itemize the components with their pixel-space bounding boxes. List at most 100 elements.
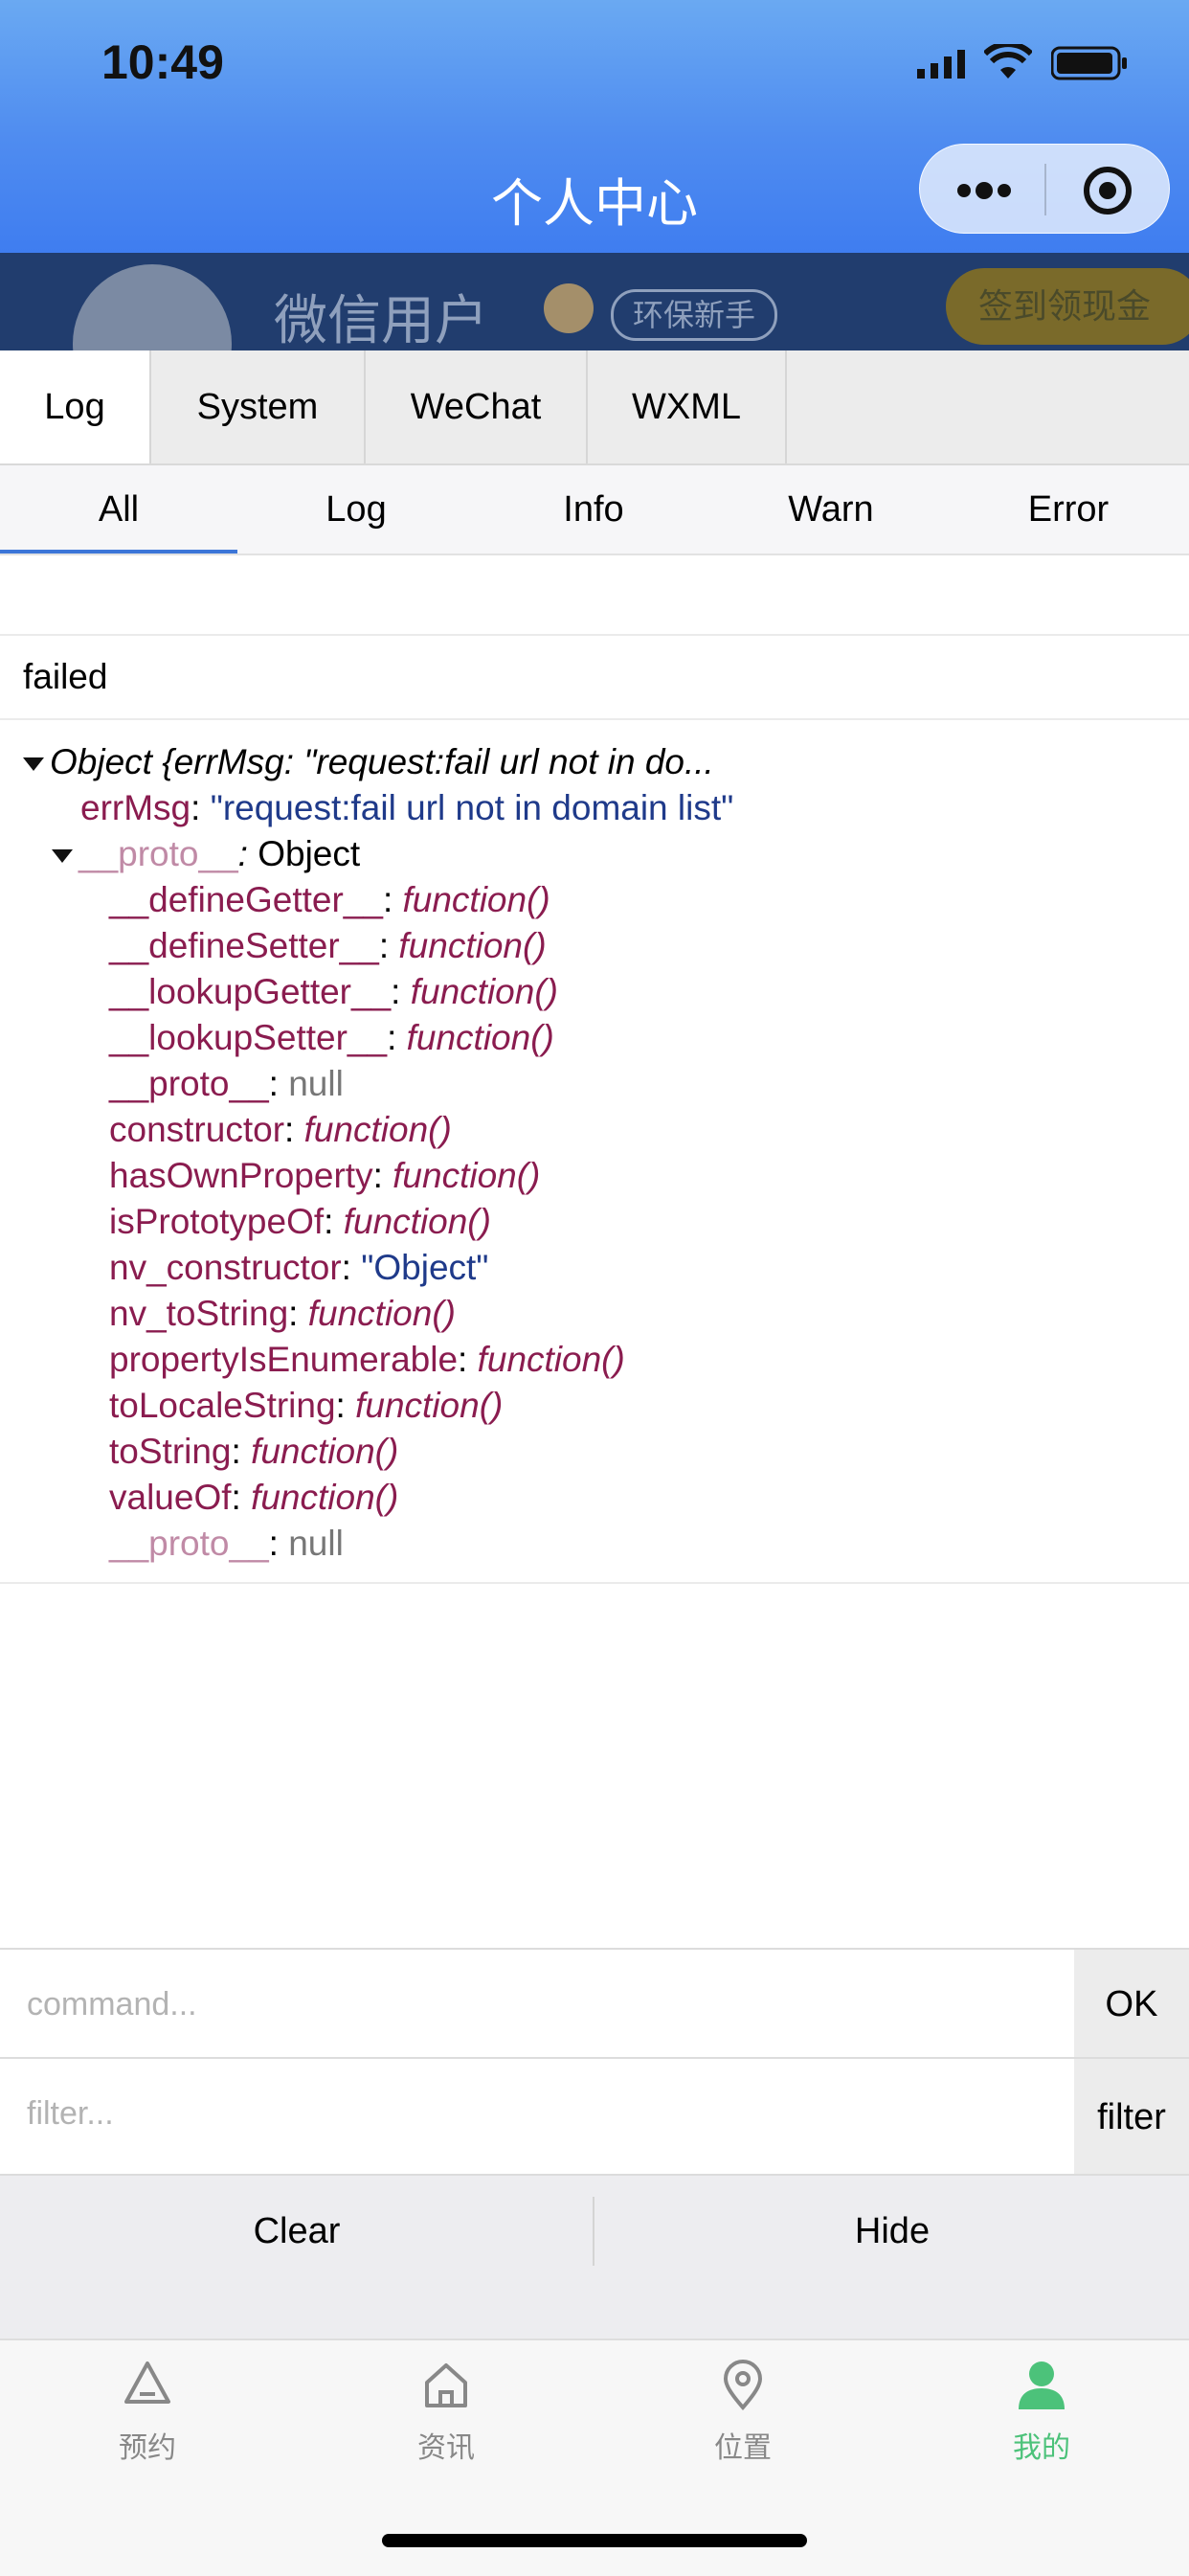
tabbar-label: 位置 bbox=[714, 2432, 772, 2464]
property-value: "request:fail url not in domain list" bbox=[210, 788, 734, 827]
proto-row[interactable]: __proto__: Object bbox=[52, 831, 360, 877]
property-key: errMsg bbox=[80, 788, 191, 827]
proto-member-row: valueOf: function() bbox=[109, 1478, 399, 1517]
proto-member-row: hasOwnProperty: function() bbox=[109, 1156, 541, 1195]
subtab-info[interactable]: Info bbox=[475, 465, 712, 554]
tabbar-item-booking[interactable]: 预约 bbox=[71, 2358, 224, 2466]
recycle-icon bbox=[124, 2361, 170, 2404]
user-icon bbox=[1019, 2361, 1065, 2409]
member-value: function() bbox=[402, 880, 550, 919]
proto-member-row: nv_constructor: "Object" bbox=[109, 1248, 489, 1287]
hide-button[interactable]: Hide bbox=[595, 2176, 1189, 2287]
command-row: command... OK bbox=[0, 1948, 1189, 2059]
member-value: function() bbox=[355, 1386, 504, 1425]
subtab-log[interactable]: Log bbox=[237, 465, 475, 554]
member-key: nv_constructor bbox=[109, 1248, 342, 1287]
member-key: __defineGetter__ bbox=[109, 880, 383, 919]
member-key: toLocaleString bbox=[109, 1386, 336, 1425]
member-value: function() bbox=[477, 1340, 625, 1379]
status-time: 10:49 bbox=[101, 35, 224, 89]
capsule-menu bbox=[919, 144, 1170, 234]
console-filter-tabs: All Log Info Warn Error bbox=[0, 465, 1189, 555]
expand-triangle-icon[interactable] bbox=[52, 849, 73, 864]
filter-button[interactable]: filter bbox=[1074, 2059, 1189, 2176]
ok-button[interactable]: OK bbox=[1074, 1950, 1189, 2059]
member-value: null bbox=[288, 1064, 344, 1103]
tabbar-label: 我的 bbox=[1013, 2432, 1070, 2464]
proto-member-row: constructor: function() bbox=[109, 1110, 452, 1149]
divider bbox=[0, 1582, 1189, 1584]
tabbar-item-news[interactable]: 资讯 bbox=[370, 2358, 523, 2466]
filter-row: filter... filter bbox=[0, 2057, 1189, 2176]
signal-icon bbox=[917, 50, 967, 83]
proto-member-row: __defineSetter__: function() bbox=[109, 926, 547, 965]
more-icon[interactable] bbox=[954, 171, 1014, 215]
member-key: valueOf bbox=[109, 1478, 232, 1517]
member-key: __proto__ bbox=[109, 1064, 269, 1103]
member-value: function() bbox=[307, 1294, 456, 1333]
subtab-error[interactable]: Error bbox=[950, 465, 1187, 554]
member-value: function() bbox=[398, 926, 547, 965]
proto-member-row: nv_toString: function() bbox=[109, 1294, 456, 1333]
active-subtab-indicator bbox=[0, 550, 237, 554]
member-value: function() bbox=[251, 1478, 399, 1517]
subtab-all[interactable]: All bbox=[0, 465, 237, 554]
proto-member-row: isPrototypeOf: function() bbox=[109, 1202, 491, 1241]
member-value: "Object" bbox=[361, 1248, 489, 1287]
signin-button[interactable]: 签到领现金 bbox=[946, 268, 1189, 345]
location-pin-icon bbox=[723, 2360, 763, 2411]
medal-icon bbox=[544, 283, 594, 333]
member-value: function() bbox=[406, 1018, 554, 1057]
proto-member-row: __proto__: null bbox=[109, 1524, 344, 1563]
member-key: hasOwnProperty bbox=[109, 1156, 373, 1195]
divider bbox=[0, 634, 1189, 636]
log-entry-failed: failed bbox=[23, 657, 108, 696]
avatar bbox=[73, 264, 232, 350]
tabbar-item-location[interactable]: 位置 bbox=[666, 2358, 819, 2466]
member-key: nv_toString bbox=[109, 1294, 289, 1333]
member-value: function() bbox=[410, 972, 558, 1011]
expand-triangle-icon[interactable] bbox=[23, 757, 44, 772]
close-target-icon[interactable] bbox=[1083, 166, 1133, 220]
proto-type: Object bbox=[258, 834, 361, 873]
username: 微信用户 bbox=[274, 290, 488, 350]
console-main-tabs: Log System WeChat WXML bbox=[0, 350, 1189, 465]
member-key: toString bbox=[109, 1432, 232, 1471]
tab-log[interactable]: Log bbox=[0, 350, 151, 463]
proto-member-row: propertyIsEnumerable: function() bbox=[109, 1340, 625, 1379]
member-value: function() bbox=[303, 1110, 452, 1149]
home-icon bbox=[425, 2363, 467, 2407]
member-key: __defineSetter__ bbox=[109, 926, 379, 965]
object-summary-row[interactable]: Object {errMsg: "request:fail url not in… bbox=[23, 739, 714, 785]
subtab-warn[interactable]: Warn bbox=[712, 465, 950, 554]
tabbar-item-mine[interactable]: 我的 bbox=[965, 2358, 1118, 2466]
battery-icon bbox=[1050, 46, 1128, 85]
member-key: isPrototypeOf bbox=[109, 1202, 325, 1241]
tab-wxml[interactable]: WXML bbox=[588, 350, 787, 463]
member-key: constructor bbox=[109, 1110, 285, 1149]
command-input[interactable]: command... bbox=[27, 1986, 197, 2023]
member-value: function() bbox=[393, 1156, 541, 1195]
divider bbox=[0, 718, 1189, 720]
divider bbox=[593, 2197, 594, 2266]
member-value: null bbox=[288, 1524, 344, 1563]
wifi-icon bbox=[982, 41, 1034, 85]
tabbar-label: 资讯 bbox=[417, 2432, 475, 2464]
member-key: propertyIsEnumerable bbox=[109, 1340, 459, 1379]
proto-member-row: __proto__: null bbox=[109, 1064, 344, 1103]
tab-system[interactable]: System bbox=[151, 350, 366, 463]
filter-input[interactable]: filter... bbox=[27, 2095, 114, 2133]
tabbar-label: 预约 bbox=[119, 2432, 176, 2464]
member-key: __lookupSetter__ bbox=[109, 1018, 388, 1057]
clear-button[interactable]: Clear bbox=[0, 2176, 594, 2287]
member-key: __proto__ bbox=[109, 1524, 269, 1563]
member-value: function() bbox=[251, 1432, 399, 1471]
level-badge: 环保新手 bbox=[611, 289, 778, 341]
member-value: function() bbox=[343, 1202, 491, 1241]
proto-member-row: toLocaleString: function() bbox=[109, 1386, 504, 1425]
proto-member-row: __defineGetter__: function() bbox=[109, 880, 550, 919]
console-actions: Clear Hide bbox=[0, 2174, 1189, 2340]
tab-wechat[interactable]: WeChat bbox=[366, 350, 588, 463]
object-summary: Object {errMsg: "request:fail url not in… bbox=[50, 742, 714, 781]
proto-member-row: __lookupGetter__: function() bbox=[109, 972, 558, 1011]
